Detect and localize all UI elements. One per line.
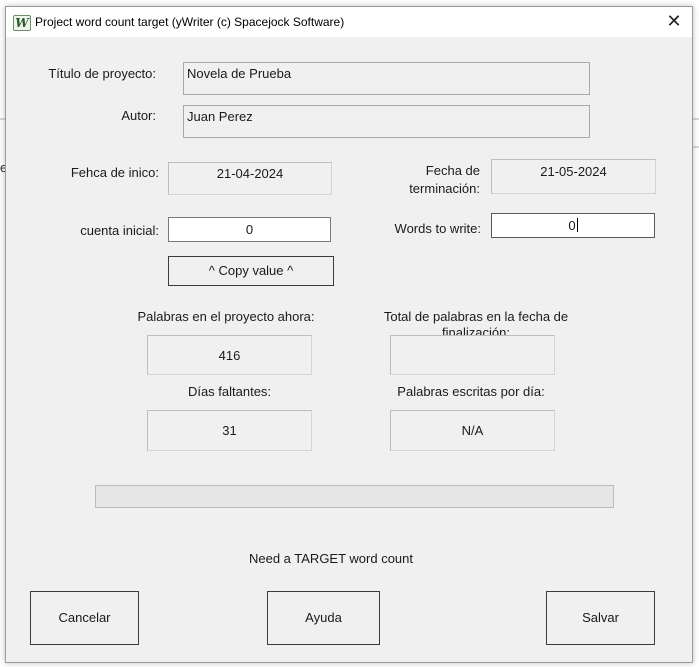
help-button[interactable]: Ayuda [267, 591, 380, 645]
text-caret [576, 218, 578, 232]
status-message: Need a TARGET word count [248, 551, 414, 566]
total-at-end-field[interactable] [390, 335, 555, 375]
start-date-value: 21-04-2024 [216, 166, 284, 181]
words-per-day-field[interactable]: N/A [390, 410, 555, 451]
end-date-field[interactable]: 21-05-2024 [491, 159, 656, 194]
days-left-label: Días faltantes: [187, 384, 272, 399]
help-button-label: Ayuda [305, 610, 342, 625]
initial-count-input[interactable]: 0 [168, 217, 331, 242]
close-button[interactable]: ✕ [656, 7, 692, 37]
end-date-label-line2: terminación: [409, 181, 480, 196]
words-to-write-label: Words to write: [394, 221, 481, 236]
save-button-label: Salvar [582, 610, 619, 625]
author-field[interactable]: Juan Perez [183, 105, 590, 138]
words-per-day-value: N/A [461, 423, 484, 438]
background-window-edge-right-2 [693, 146, 699, 148]
ywriter-app-icon: W [13, 15, 31, 31]
initial-count-value: 0 [245, 222, 254, 237]
words-per-day-label: Palabras escritas por día: [397, 384, 545, 399]
total-at-end-label-line2: finalización: [442, 325, 510, 335]
word-count-target-dialog: W Project word count target (yWriter (c)… [5, 6, 693, 663]
total-at-end-label-line1: Total de palabras en la fecha de [383, 309, 569, 324]
end-date-value: 21-05-2024 [540, 164, 607, 179]
words-to-write-value: 0 [568, 218, 576, 233]
background-window-edge-right [693, 118, 699, 120]
project-title-label: Título de proyecto: [48, 66, 156, 81]
project-title-field[interactable]: Novela de Prueba [183, 62, 590, 95]
initial-count-label: cuenta inicial: [80, 223, 159, 238]
copy-value-button[interactable]: ^ Copy value ^ [168, 256, 334, 286]
start-date-label: Fehca de inico: [70, 165, 159, 180]
current-words-field[interactable]: 416 [147, 335, 312, 375]
close-icon: ✕ [666, 11, 682, 31]
current-words-value: 416 [218, 348, 241, 363]
days-left-field[interactable]: 31 [147, 410, 312, 451]
end-date-label-line1: Fecha de [425, 163, 480, 178]
cancel-button-label: Cancelar [58, 610, 111, 625]
save-button[interactable]: Salvar [546, 591, 655, 645]
start-date-field[interactable]: 21-04-2024 [168, 162, 332, 195]
current-words-label: Palabras en el proyecto ahora: [137, 309, 315, 324]
words-to-write-input[interactable]: 0 [491, 213, 655, 238]
days-left-value: 31 [222, 423, 237, 438]
author-label: Autor: [121, 108, 156, 123]
total-at-end-label-clip: finalización: [361, 325, 591, 335]
title-bar[interactable]: W Project word count target (yWriter (c)… [6, 7, 692, 37]
copy-value-button-label: ^ Copy value ^ [208, 263, 294, 278]
window-title: Project word count target (yWriter (c) S… [35, 15, 345, 29]
cancel-button[interactable]: Cancelar [30, 591, 139, 645]
progress-bar [95, 485, 614, 508]
